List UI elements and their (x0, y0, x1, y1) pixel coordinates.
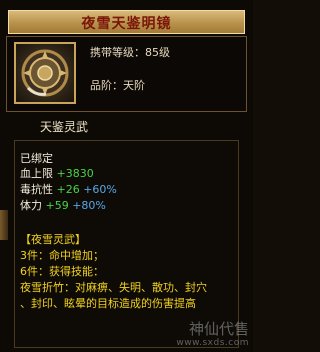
set-title: 【夜雪灵武】 (20, 233, 86, 246)
stat-row: 体力 +59 +80% (20, 197, 106, 213)
stat-row: 毒抗性 +26 +60% (20, 181, 117, 197)
mirror-item-icon (14, 42, 76, 104)
stat-row: 血上限 +3830 (20, 165, 94, 181)
carry-level-label: 携带等级：85级 (90, 46, 170, 59)
item-subtitle: 天鉴灵武 (40, 120, 89, 134)
watermark: 神仙代售 www.sxds.com (176, 322, 249, 350)
set-line: 夜雪折竹：对麻痹、失明、散功、封穴 (20, 281, 207, 294)
item-title: 夜雪天鉴明镜 (81, 16, 172, 32)
bound-status: 已绑定 (20, 152, 53, 165)
stat-bonus-value: +80% (72, 199, 106, 212)
stat-bonus-value: +60% (83, 183, 117, 196)
watermark-url: www.sxds.com (176, 338, 249, 348)
grade-label: 品阶：天阶 (90, 79, 145, 92)
stat-base-value: +59 (45, 199, 69, 212)
stat-base-value: +26 (56, 183, 80, 196)
stat-base-value: +3830 (56, 167, 94, 180)
set-line: 6件：获得技能： (20, 265, 104, 278)
set-line: 、封印、眩晕的目标造成的伤害提高 (20, 297, 196, 310)
item-tooltip-panel: 夜雪天鉴明镜 携带等级：85级 品阶：天阶 天鉴灵武 已绑定 血上限 +3830… (0, 0, 253, 352)
stat-name: 体力 (20, 199, 42, 212)
item-title-bar: 夜雪天鉴明镜 (8, 10, 245, 34)
stat-name: 血上限 (20, 167, 53, 180)
stat-name: 毒抗性 (20, 183, 53, 196)
left-edge-decoration (0, 210, 8, 240)
set-line: 3件：命中增加； (20, 249, 104, 262)
